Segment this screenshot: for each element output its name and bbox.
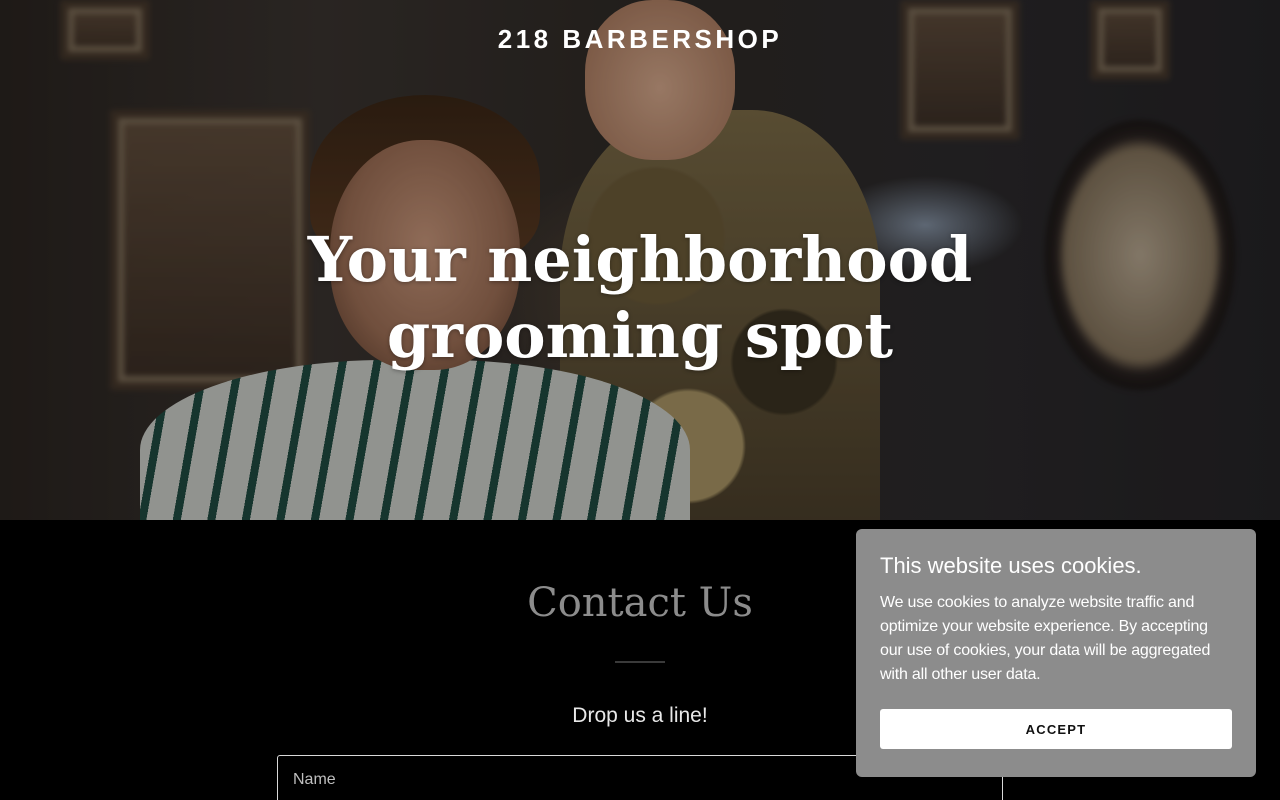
section-divider [615,661,665,663]
hero-headline-line1: Your neighborhood [307,223,973,296]
accept-cookies-button[interactable]: ACCEPT [880,709,1232,749]
hero-headline: Your neighborhood grooming spot [240,222,1040,374]
page: 218 BARBERSHOP Your neighborhood groomin… [0,0,1280,800]
hero-headline-line2: grooming spot [386,299,894,372]
site-brand[interactable]: 218 BARBERSHOP [0,24,1280,55]
cookie-banner-text: We use cookies to analyze website traffi… [880,594,1211,683]
cookie-banner-title: This website uses cookies. [880,553,1142,578]
hero-section: 218 BARBERSHOP Your neighborhood groomin… [0,0,1280,520]
cookie-banner: This website uses cookies. We use cookie… [856,529,1256,777]
